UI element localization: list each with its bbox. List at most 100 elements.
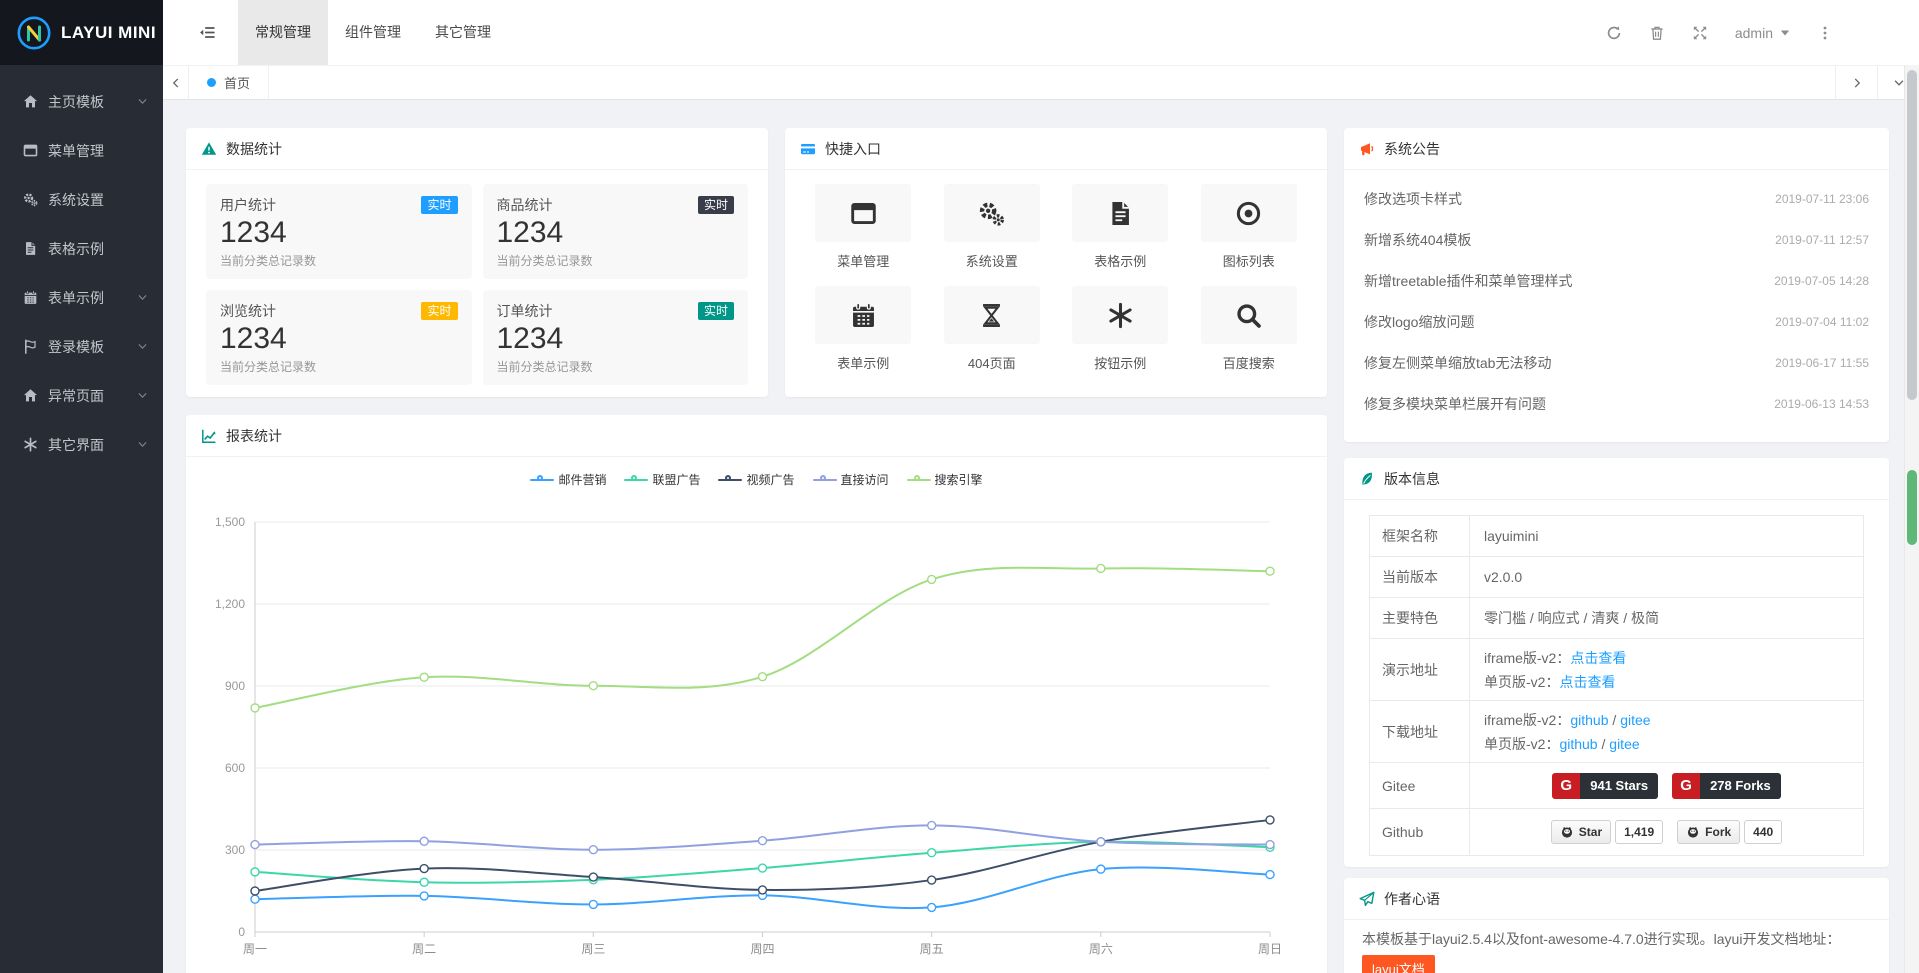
line-chart-icon xyxy=(201,428,217,444)
download-github-link[interactable]: github xyxy=(1559,736,1597,752)
sidebar-item-label: 登录模板 xyxy=(48,337,104,357)
announcement-row: 修改logo缩放问题 2019-07-04 11:02 xyxy=(1364,301,1869,342)
announcement-date: 2019-06-17 11:55 xyxy=(1775,356,1869,370)
sidebar-item[interactable]: 异常页面 xyxy=(0,371,163,420)
table-row: 当前版本 v2.0.0 xyxy=(1370,557,1863,598)
stat-description: 当前分类总记录数 xyxy=(220,252,458,269)
main-area: 常规管理组件管理其它管理 admin xyxy=(163,0,1919,973)
tabbar-spacer xyxy=(269,66,1835,99)
announcement-text: 新增系统404模板 xyxy=(1364,230,1471,250)
quick-entry[interactable]: 404页面 xyxy=(928,286,1057,372)
logo[interactable]: LAYUI MINI xyxy=(0,0,163,65)
gitee-forks-badge[interactable]: G 278 Forks xyxy=(1672,773,1781,799)
layui-doc-badge[interactable]: layui文档 xyxy=(1362,955,1435,973)
demo-iframe-link[interactable]: 点击查看 xyxy=(1570,650,1626,666)
more-options-icon[interactable] xyxy=(1817,25,1833,41)
quick-entry-box xyxy=(1072,184,1168,242)
announcement-row: 修复左侧菜单缩放tab无法移动 2019-06-17 11:55 xyxy=(1364,342,1869,383)
gitee-stars-badge[interactable]: G 941 Stars xyxy=(1552,773,1658,799)
demo-spa-link[interactable]: 点击查看 xyxy=(1559,674,1615,690)
stat-description: 当前分类总记录数 xyxy=(497,358,735,375)
quick-entry[interactable]: 表单示例 xyxy=(799,286,928,372)
module-tab[interactable]: 组件管理 xyxy=(328,0,418,65)
scrollbar-thumb-accent[interactable] xyxy=(1907,470,1917,545)
sidebar-fold-icon[interactable] xyxy=(199,24,216,41)
stat-label: 商品统计 xyxy=(497,195,553,215)
asterisk-icon xyxy=(21,437,39,453)
quick-entry[interactable]: 菜单管理 xyxy=(799,184,928,270)
scrollbar-thumb[interactable] xyxy=(1907,70,1917,400)
announcement-date: 2019-07-05 14:28 xyxy=(1774,274,1869,288)
row-label: Gitee xyxy=(1370,763,1470,808)
clear-cache-trash-icon[interactable] xyxy=(1649,25,1665,41)
legend-item[interactable]: 直接访问 xyxy=(813,471,889,488)
stat-label: 用户统计 xyxy=(220,195,276,215)
sidebar-item-label: 系统设置 xyxy=(48,190,104,210)
sidebar-item[interactable]: 表单示例 xyxy=(0,273,163,322)
fullscreen-icon[interactable] xyxy=(1692,25,1708,41)
download-gitee-link[interactable]: gitee xyxy=(1609,736,1639,752)
row-label: 框架名称 xyxy=(1370,516,1470,556)
data-statistics-card: 数据统计 用户统计 实时 1234 当前分类总记录数 xyxy=(186,128,768,397)
module-tab[interactable]: 常规管理 xyxy=(238,0,328,65)
card-title: 系统公告 xyxy=(1384,139,1440,159)
warning-triangle-icon xyxy=(201,141,217,157)
svg-text:周六: 周六 xyxy=(1089,942,1113,956)
card-title: 快捷入口 xyxy=(825,139,881,159)
legend-item[interactable]: 联盟广告 xyxy=(624,471,700,488)
chevron-down-icon xyxy=(137,341,148,352)
quick-entry-box xyxy=(815,286,911,344)
announcement-row: 新增treetable插件和菜单管理样式 2019-07-05 14:28 xyxy=(1364,260,1869,301)
card-title: 报表统计 xyxy=(226,426,282,446)
sidebar-item[interactable]: 登录模板 xyxy=(0,322,163,371)
tab-scroll-right-icon[interactable] xyxy=(1835,66,1877,99)
quick-entry[interactable]: 表格示例 xyxy=(1056,184,1185,270)
tab-bar: 首页 xyxy=(163,65,1919,100)
sidebar-item-label: 异常页面 xyxy=(48,386,104,406)
caret-down-icon xyxy=(1780,29,1790,37)
sidebar-item[interactable]: 系统设置 xyxy=(0,175,163,224)
top-header: 常规管理组件管理其它管理 admin xyxy=(163,0,1919,65)
download-gitee-link[interactable]: gitee xyxy=(1620,712,1650,728)
search-icon xyxy=(1235,302,1262,329)
sidebar-item-label: 表单示例 xyxy=(48,288,104,308)
module-tab[interactable]: 其它管理 xyxy=(418,0,508,65)
svg-text:周一: 周一 xyxy=(243,942,267,956)
announcement-text: 修复多模块菜单栏展开有问题 xyxy=(1364,394,1546,414)
legend-item[interactable]: 搜索引擎 xyxy=(907,471,983,488)
chevron-down-icon xyxy=(137,96,148,107)
legend-item[interactable]: 视频广告 xyxy=(718,471,794,488)
quick-entry[interactable]: 按钮示例 xyxy=(1056,286,1185,372)
download-github-link[interactable]: github xyxy=(1570,712,1608,728)
octocat-icon xyxy=(1560,825,1574,839)
report-statistics-card: 报表统计 邮件营销联盟广告视频广告直接访问搜索引擎 03006009001,20… xyxy=(186,415,1327,973)
user-dropdown[interactable]: admin xyxy=(1735,25,1790,41)
calendar-icon xyxy=(850,302,877,329)
announcement-date: 2019-07-04 11:02 xyxy=(1775,315,1869,329)
row-label: Github xyxy=(1370,809,1470,855)
sidebar-item[interactable]: 主页模板 xyxy=(0,77,163,126)
credit-card-icon xyxy=(800,141,816,157)
refresh-icon[interactable] xyxy=(1606,25,1622,41)
tab-home[interactable]: 首页 xyxy=(189,66,269,99)
github-star-badge[interactable]: Star 1,419 xyxy=(1551,820,1663,844)
quick-entry[interactable]: 系统设置 xyxy=(928,184,1057,270)
window-icon xyxy=(850,200,877,227)
sidebar-item[interactable]: 表格示例 xyxy=(0,224,163,273)
table-row: Github Star 1,419 xyxy=(1370,809,1863,855)
chart-legend: 邮件营销 联盟广告 视频广告 直接访问 搜索引擎 xyxy=(186,471,1327,488)
quick-entry-grid: 菜单管理 系统设置 表格 xyxy=(785,170,1327,372)
quick-entry[interactable]: 百度搜索 xyxy=(1185,286,1314,372)
stat-box: 订单统计 实时 1234 当前分类总记录数 xyxy=(483,290,749,385)
quick-entry-box xyxy=(1201,286,1297,344)
announcement-text: 修改选项卡样式 xyxy=(1364,189,1462,209)
github-star-count: 1,419 xyxy=(1615,820,1663,844)
quick-entry[interactable]: 图标列表 xyxy=(1185,184,1314,270)
sidebar-item[interactable]: 菜单管理 xyxy=(0,126,163,175)
legend-item[interactable]: 邮件营销 xyxy=(530,471,606,488)
row-label: 下载地址 xyxy=(1370,701,1470,762)
github-fork-badge[interactable]: Fork 440 xyxy=(1677,820,1782,844)
tab-scroll-left-icon[interactable] xyxy=(163,66,189,99)
sidebar-item[interactable]: 其它界面 xyxy=(0,420,163,469)
tab-label: 首页 xyxy=(224,73,250,92)
